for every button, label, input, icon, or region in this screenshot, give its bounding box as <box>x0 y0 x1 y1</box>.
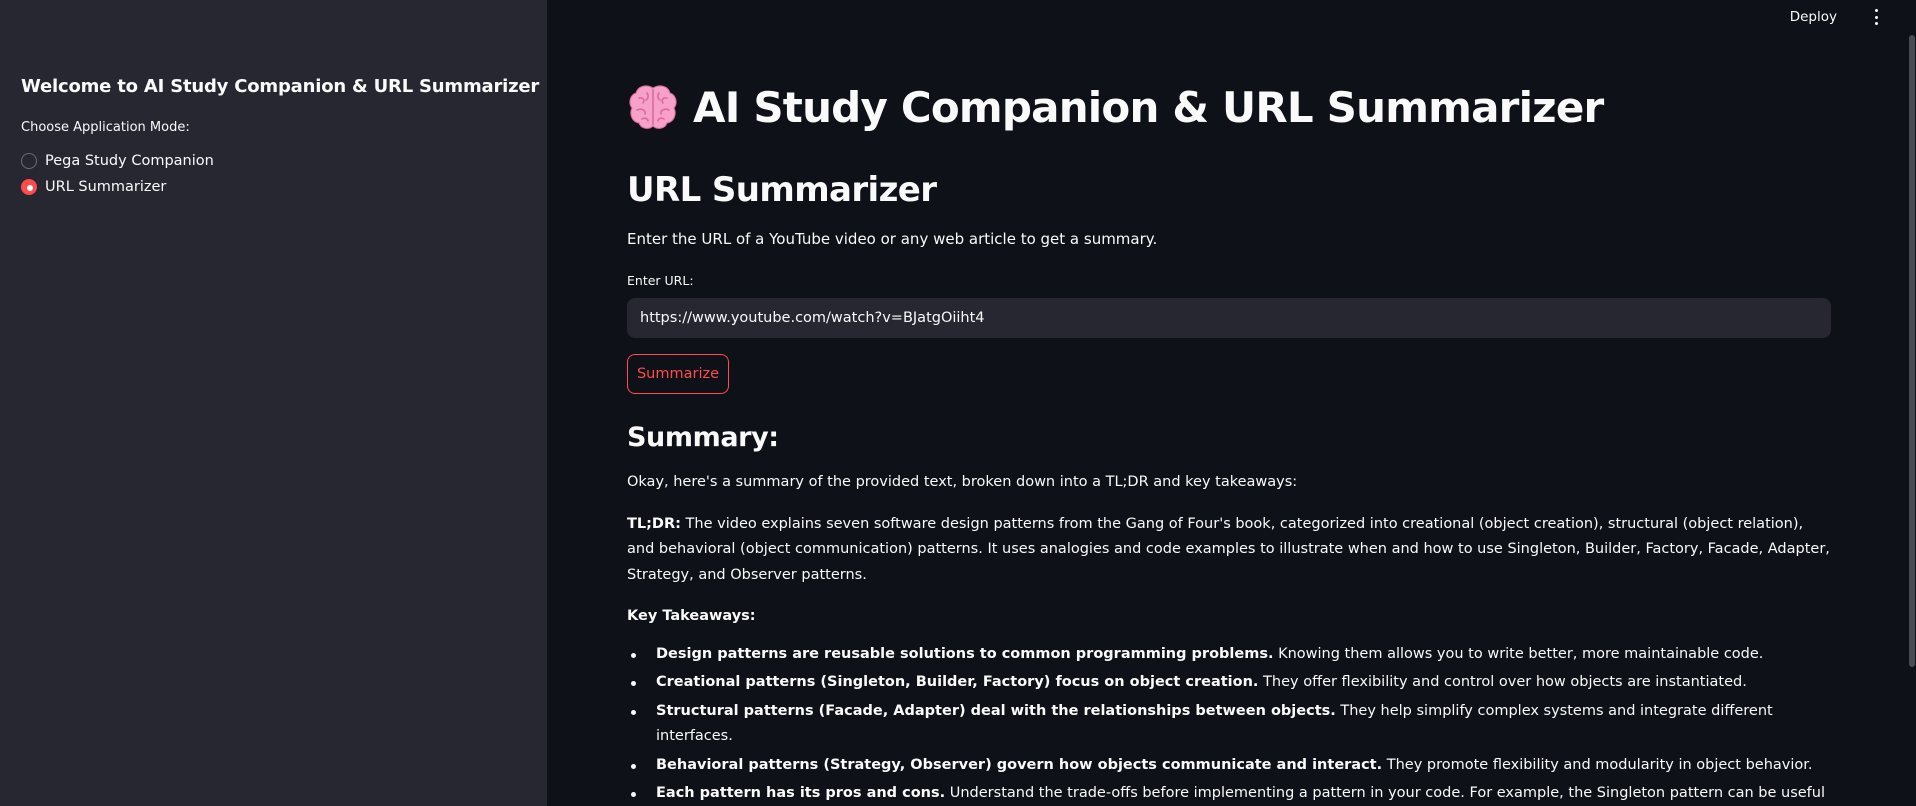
url-input[interactable] <box>627 298 1831 338</box>
radio-checked-icon[interactable] <box>21 179 37 195</box>
kebab-dot <box>1874 9 1878 12</box>
takeaways-label-text: Key Takeaways: <box>627 608 756 624</box>
intro-text: Enter the URL of a YouTube video or any … <box>627 230 1158 248</box>
sidebar: Welcome to AI Study Companion & URL Summ… <box>0 0 547 806</box>
tldr-text: The video explains seven software design… <box>627 515 1830 583</box>
radio-option-pega-study-companion[interactable]: Pega Study Companion <box>21 148 214 174</box>
section-title: URL Summarizer <box>627 170 937 210</box>
page-title: AI Study Companion & URL Summarizer <box>627 82 1604 132</box>
takeaway-bold: Design patterns are reusable solutions t… <box>656 645 1274 662</box>
radio-option-url-summarizer[interactable]: URL Summarizer <box>21 174 214 200</box>
takeaways-label: Key Takeaways: <box>627 604 1831 630</box>
list-item: Design patterns are reusable solutions t… <box>627 642 1831 668</box>
summary-body: Okay, here's a summary of the provided t… <box>627 470 1831 806</box>
scrollbar-thumb[interactable] <box>1909 35 1915 667</box>
list-item: Structural patterns (Facade, Adapter) de… <box>627 699 1831 750</box>
takeaway-bold: Behavioral patterns (Strategy, Observer)… <box>656 756 1383 773</box>
radio-unchecked-icon[interactable] <box>21 153 37 169</box>
summary-heading: Summary: <box>627 422 779 453</box>
tldr-paragraph: TL;DR: The video explains seven software… <box>627 512 1831 589</box>
deploy-button[interactable]: Deploy <box>1786 8 1841 26</box>
takeaway-text: Knowing them allows you to write better,… <box>1273 645 1764 662</box>
tldr-label: TL;DR: <box>627 515 681 532</box>
takeaways-list: Design patterns are reusable solutions t… <box>627 642 1831 806</box>
radio-label[interactable]: URL Summarizer <box>45 179 166 195</box>
list-item: Creational patterns (Singleton, Builder,… <box>627 670 1831 696</box>
kebab-dot <box>1874 22 1878 25</box>
takeaway-bold: Each pattern has its pros and cons. <box>656 785 946 801</box>
kebab-menu-icon[interactable] <box>1870 8 1882 26</box>
url-field-label: Enter URL: <box>627 273 694 288</box>
mode-label: Choose Application Mode: <box>21 120 190 135</box>
kebab-dot <box>1874 15 1878 19</box>
page-title-text: AI Study Companion & URL Summarizer <box>693 82 1604 132</box>
brain-emoji-icon <box>629 85 677 129</box>
scrollbar[interactable] <box>1908 0 1916 806</box>
takeaway-text: They offer flexibility and control over … <box>1258 674 1747 690</box>
radio-label[interactable]: Pega Study Companion <box>45 153 214 169</box>
summary-intro: Okay, here's a summary of the provided t… <box>627 474 1298 490</box>
takeaway-bold: Structural patterns (Facade, Adapter) de… <box>656 702 1336 719</box>
summarize-button[interactable]: Summarize <box>627 354 729 394</box>
sidebar-title: Welcome to AI Study Companion & URL Summ… <box>21 76 540 97</box>
mode-radio-group: Pega Study Companion URL Summarizer <box>21 148 214 200</box>
list-item: Each pattern has its pros and cons. Unde… <box>627 781 1831 806</box>
list-item: Behavioral patterns (Strategy, Observer)… <box>627 753 1831 779</box>
takeaway-text: They promote flexibility and modularity … <box>1382 756 1813 773</box>
takeaway-bold: Creational patterns (Singleton, Builder,… <box>656 674 1259 690</box>
